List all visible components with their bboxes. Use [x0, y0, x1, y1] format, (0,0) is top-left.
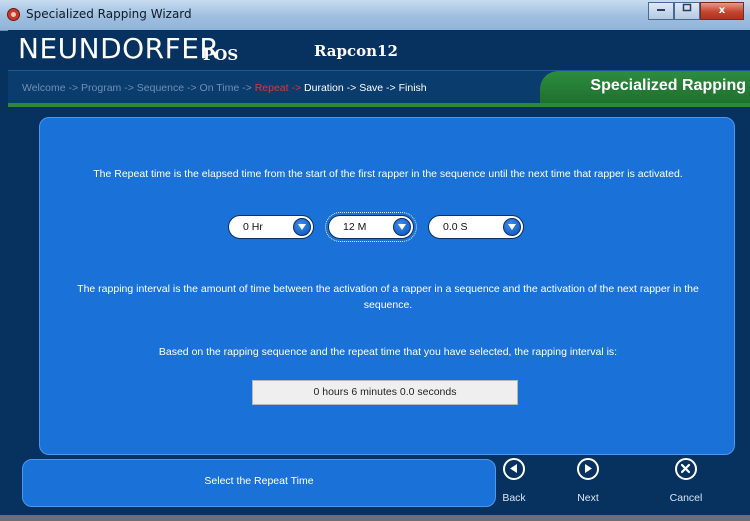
breadcrumb-bar: Welcome -> Program -> Sequence -> On Tim… [8, 70, 750, 104]
minutes-dropdown[interactable]: 12 M [325, 212, 417, 242]
status-panel: Select the Repeat Time [22, 459, 496, 507]
rapping-interval-display: 0 hours 6 minutes 0.0 seconds [252, 380, 518, 405]
breadcrumb-separator: -> [288, 82, 305, 94]
app-header: NEUNDORFER POS Rapcon12 [8, 30, 750, 70]
breadcrumb-sequence: Sequence [136, 82, 185, 94]
hours-dropdown[interactable]: 0 Hr [228, 215, 314, 239]
next-arrow-icon [577, 458, 599, 480]
repeat-description: The Repeat time is the elapsed time from… [93, 168, 683, 180]
chevron-down-icon[interactable] [503, 218, 521, 236]
phase-title: Specialized Rapping [590, 77, 746, 94]
close-button[interactable]: x [700, 2, 744, 20]
breadcrumb-separator: -> [121, 82, 137, 94]
breadcrumb-repeat: Repeat [254, 82, 289, 94]
window-title: Specialized Rapping Wizard [26, 7, 192, 21]
breadcrumb-separator: -> [383, 82, 399, 94]
next-label: Next [577, 492, 599, 504]
wizard-window: Specialized Rapping Wizard x NEUNDORFER … [0, 0, 750, 521]
content-panel: The Repeat time is the elapsed time from… [39, 117, 735, 455]
breadcrumb: Welcome -> Program -> Sequence -> On Tim… [22, 82, 427, 94]
cancel-x-icon [675, 458, 697, 480]
breadcrumb-separator: -> [239, 82, 255, 94]
breadcrumb-on-time: On Time [199, 82, 240, 94]
breadcrumb-program: Program [81, 82, 122, 94]
minimize-button[interactable] [648, 2, 674, 20]
maximize-icon [682, 3, 692, 12]
close-icon: x [718, 5, 726, 16]
app-icon [7, 8, 20, 21]
interval-description: The rapping interval is the amount of ti… [77, 283, 699, 311]
breadcrumb-separator: -> [65, 82, 82, 94]
chevron-down-icon[interactable] [293, 218, 311, 236]
seconds-value: 0.0 S [443, 221, 468, 233]
cancel-label: Cancel [669, 492, 703, 504]
breadcrumb-finish: Finish [398, 82, 427, 94]
window-bottom-edge [0, 515, 750, 521]
title-bar[interactable]: Specialized Rapping Wizard x [0, 0, 750, 31]
chevron-down-icon[interactable] [393, 218, 411, 236]
breadcrumb-welcome: Welcome [22, 82, 66, 94]
brand-logo: NEUNDORFER [18, 32, 220, 65]
breadcrumb-separator: -> [343, 82, 360, 94]
phase-title-tab: Specialized Rapping [540, 71, 750, 104]
back-arrow-icon [503, 458, 525, 480]
minutes-value: 12 M [343, 221, 367, 233]
breadcrumb-save: Save [359, 82, 384, 94]
result-intro: Based on the rapping sequence and the re… [158, 346, 618, 358]
status-message: Select the Repeat Time [204, 475, 314, 487]
window-controls: x [648, 2, 744, 22]
cancel-button[interactable]: Cancel [656, 458, 716, 514]
seconds-dropdown[interactable]: 0.0 S [428, 215, 524, 239]
hours-value: 0 Hr [243, 221, 263, 233]
brand-suffix: POS [203, 46, 239, 64]
header-divider [8, 103, 750, 107]
breadcrumb-duration: Duration [304, 82, 344, 94]
back-button[interactable]: Back [484, 458, 544, 514]
maximize-button[interactable] [674, 2, 700, 20]
minimize-icon [657, 9, 665, 11]
back-label: Back [502, 492, 526, 504]
next-button[interactable]: Next [558, 458, 618, 514]
controller-model: Rapcon12 [314, 42, 398, 60]
breadcrumb-separator: -> [184, 82, 200, 94]
